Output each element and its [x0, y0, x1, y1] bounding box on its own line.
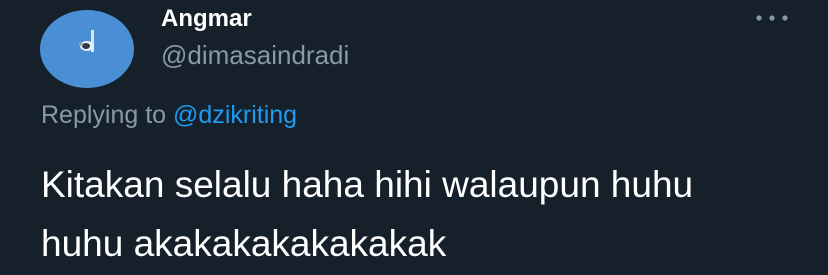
replying-to: Replying to @dzikriting: [41, 101, 297, 130]
tweet-text-line-1: Kitakan selalu haha hihi walaupun huhu: [41, 164, 694, 205]
more-horizontal-icon[interactable]: [754, 10, 790, 26]
user-handle[interactable]: @dimasaindradi: [161, 40, 349, 71]
reply-mention-link[interactable]: @dzikriting: [173, 101, 297, 129]
tweet-text-line-2: huhu akakakakakakakak: [41, 223, 447, 264]
replying-to-label: Replying to: [41, 101, 167, 129]
tweet-text: Kitakan selalu haha hihi walaupun huhu h…: [41, 155, 821, 273]
display-name[interactable]: Angmar: [161, 5, 252, 33]
avatar-figure-icon: [79, 30, 94, 52]
tweet-card[interactable]: Angmar @dimasaindradi Replying to @dzikr…: [0, 0, 828, 275]
avatar[interactable]: [40, 10, 134, 88]
